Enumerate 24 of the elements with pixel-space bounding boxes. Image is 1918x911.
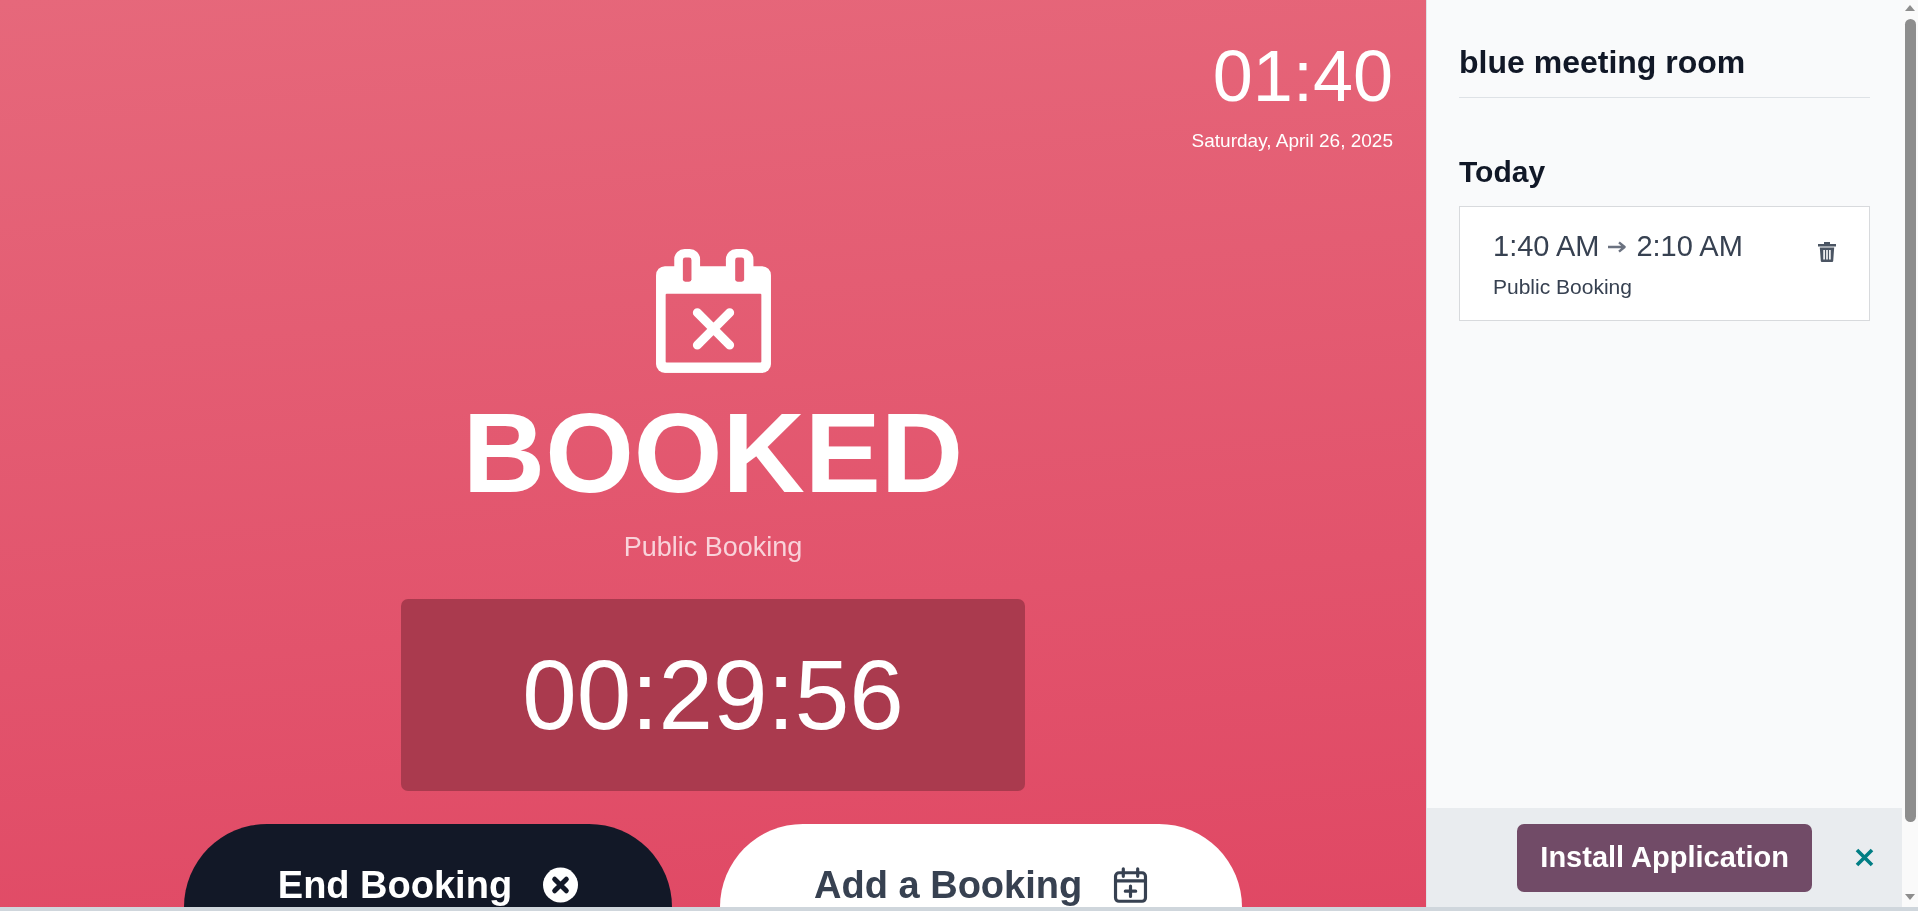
room-name: blue meeting room (1459, 43, 1870, 99)
trash-icon[interactable] (1818, 242, 1836, 263)
arrow-right-icon (1608, 240, 1628, 253)
scroll-down-icon[interactable] (1905, 894, 1915, 900)
scrollbar-thumb[interactable] (1904, 19, 1916, 822)
calendar-plus-icon (1113, 867, 1149, 903)
status-label: BOOKED (462, 395, 964, 510)
booking-card[interactable]: 1:40 AM 2:10 AM Public Booking (1459, 206, 1870, 322)
end-time: 2:10 AM (1636, 229, 1743, 265)
add-booking-button[interactable]: Add a Booking (720, 824, 1243, 907)
scroll-up-icon[interactable] (1905, 5, 1915, 11)
install-button[interactable]: Install Application (1517, 823, 1812, 892)
calendar-x-icon (655, 248, 771, 373)
day-heading: Today (1459, 154, 1547, 191)
countdown-timer: 00:29:56 (401, 599, 1025, 791)
clock-time: 01:40 (1212, 40, 1393, 112)
clock-date: Saturday, April 26, 2025 (1191, 130, 1393, 153)
booking-title: Public Booking (1493, 274, 1632, 300)
end-booking-button[interactable]: End Booking (183, 824, 673, 907)
circle-x-icon (543, 867, 579, 903)
booking-name: Public Booking (623, 530, 803, 564)
close-icon[interactable] (1854, 847, 1875, 868)
scrollbar[interactable] (1902, 0, 1918, 907)
start-time: 1:40 AM (1493, 229, 1600, 265)
